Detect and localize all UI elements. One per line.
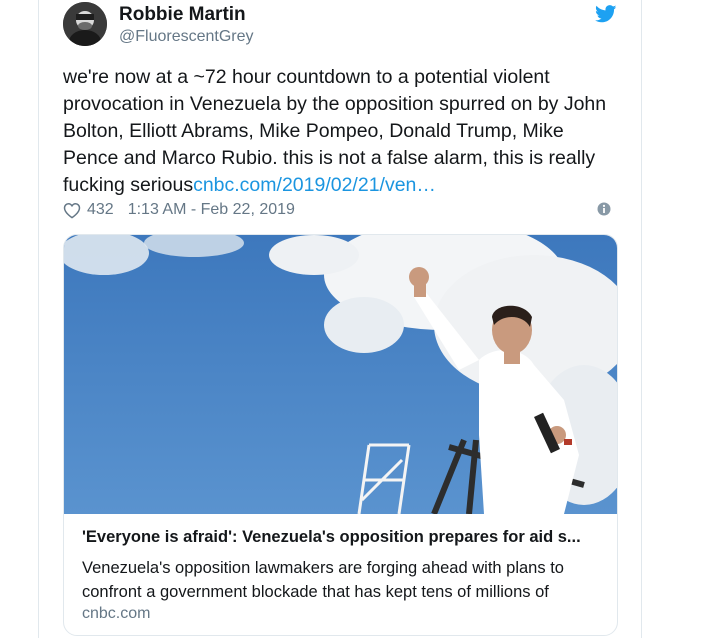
heart-icon[interactable] [63,202,81,219]
avatar[interactable] [63,2,107,46]
tweet-meta: 432 1:13 AM - Feb 22, 2019 [63,201,295,219]
twitter-bird-icon[interactable] [595,5,617,23]
link-preview-title[interactable]: 'Everyone is afraid': Venezuela's opposi… [82,528,602,547]
tweet-link[interactable]: cnbc.com/2019/02/21/ven… [193,174,436,196]
info-icon[interactable] [597,202,611,216]
tweet-card: Robbie Martin @FluorescentGrey we're now… [38,0,642,638]
tweet-text: we're now at a ~72 hour countdown to a p… [63,64,623,199]
like-count[interactable]: 432 [87,201,114,219]
user-display-name[interactable]: Robbie Martin [119,4,246,26]
tweet-timestamp[interactable]: 1:13 AM - Feb 22, 2019 [128,201,295,219]
user-handle[interactable]: @FluorescentGrey [119,28,254,46]
link-preview-description: Venezuela's opposition lawmakers are for… [82,559,564,601]
avatar-image [63,2,107,46]
link-preview-domain: cnbc.com [82,605,151,622]
link-preview-card[interactable]: 'Everyone is afraid': Venezuela's opposi… [63,234,618,636]
link-preview-image [64,235,617,514]
